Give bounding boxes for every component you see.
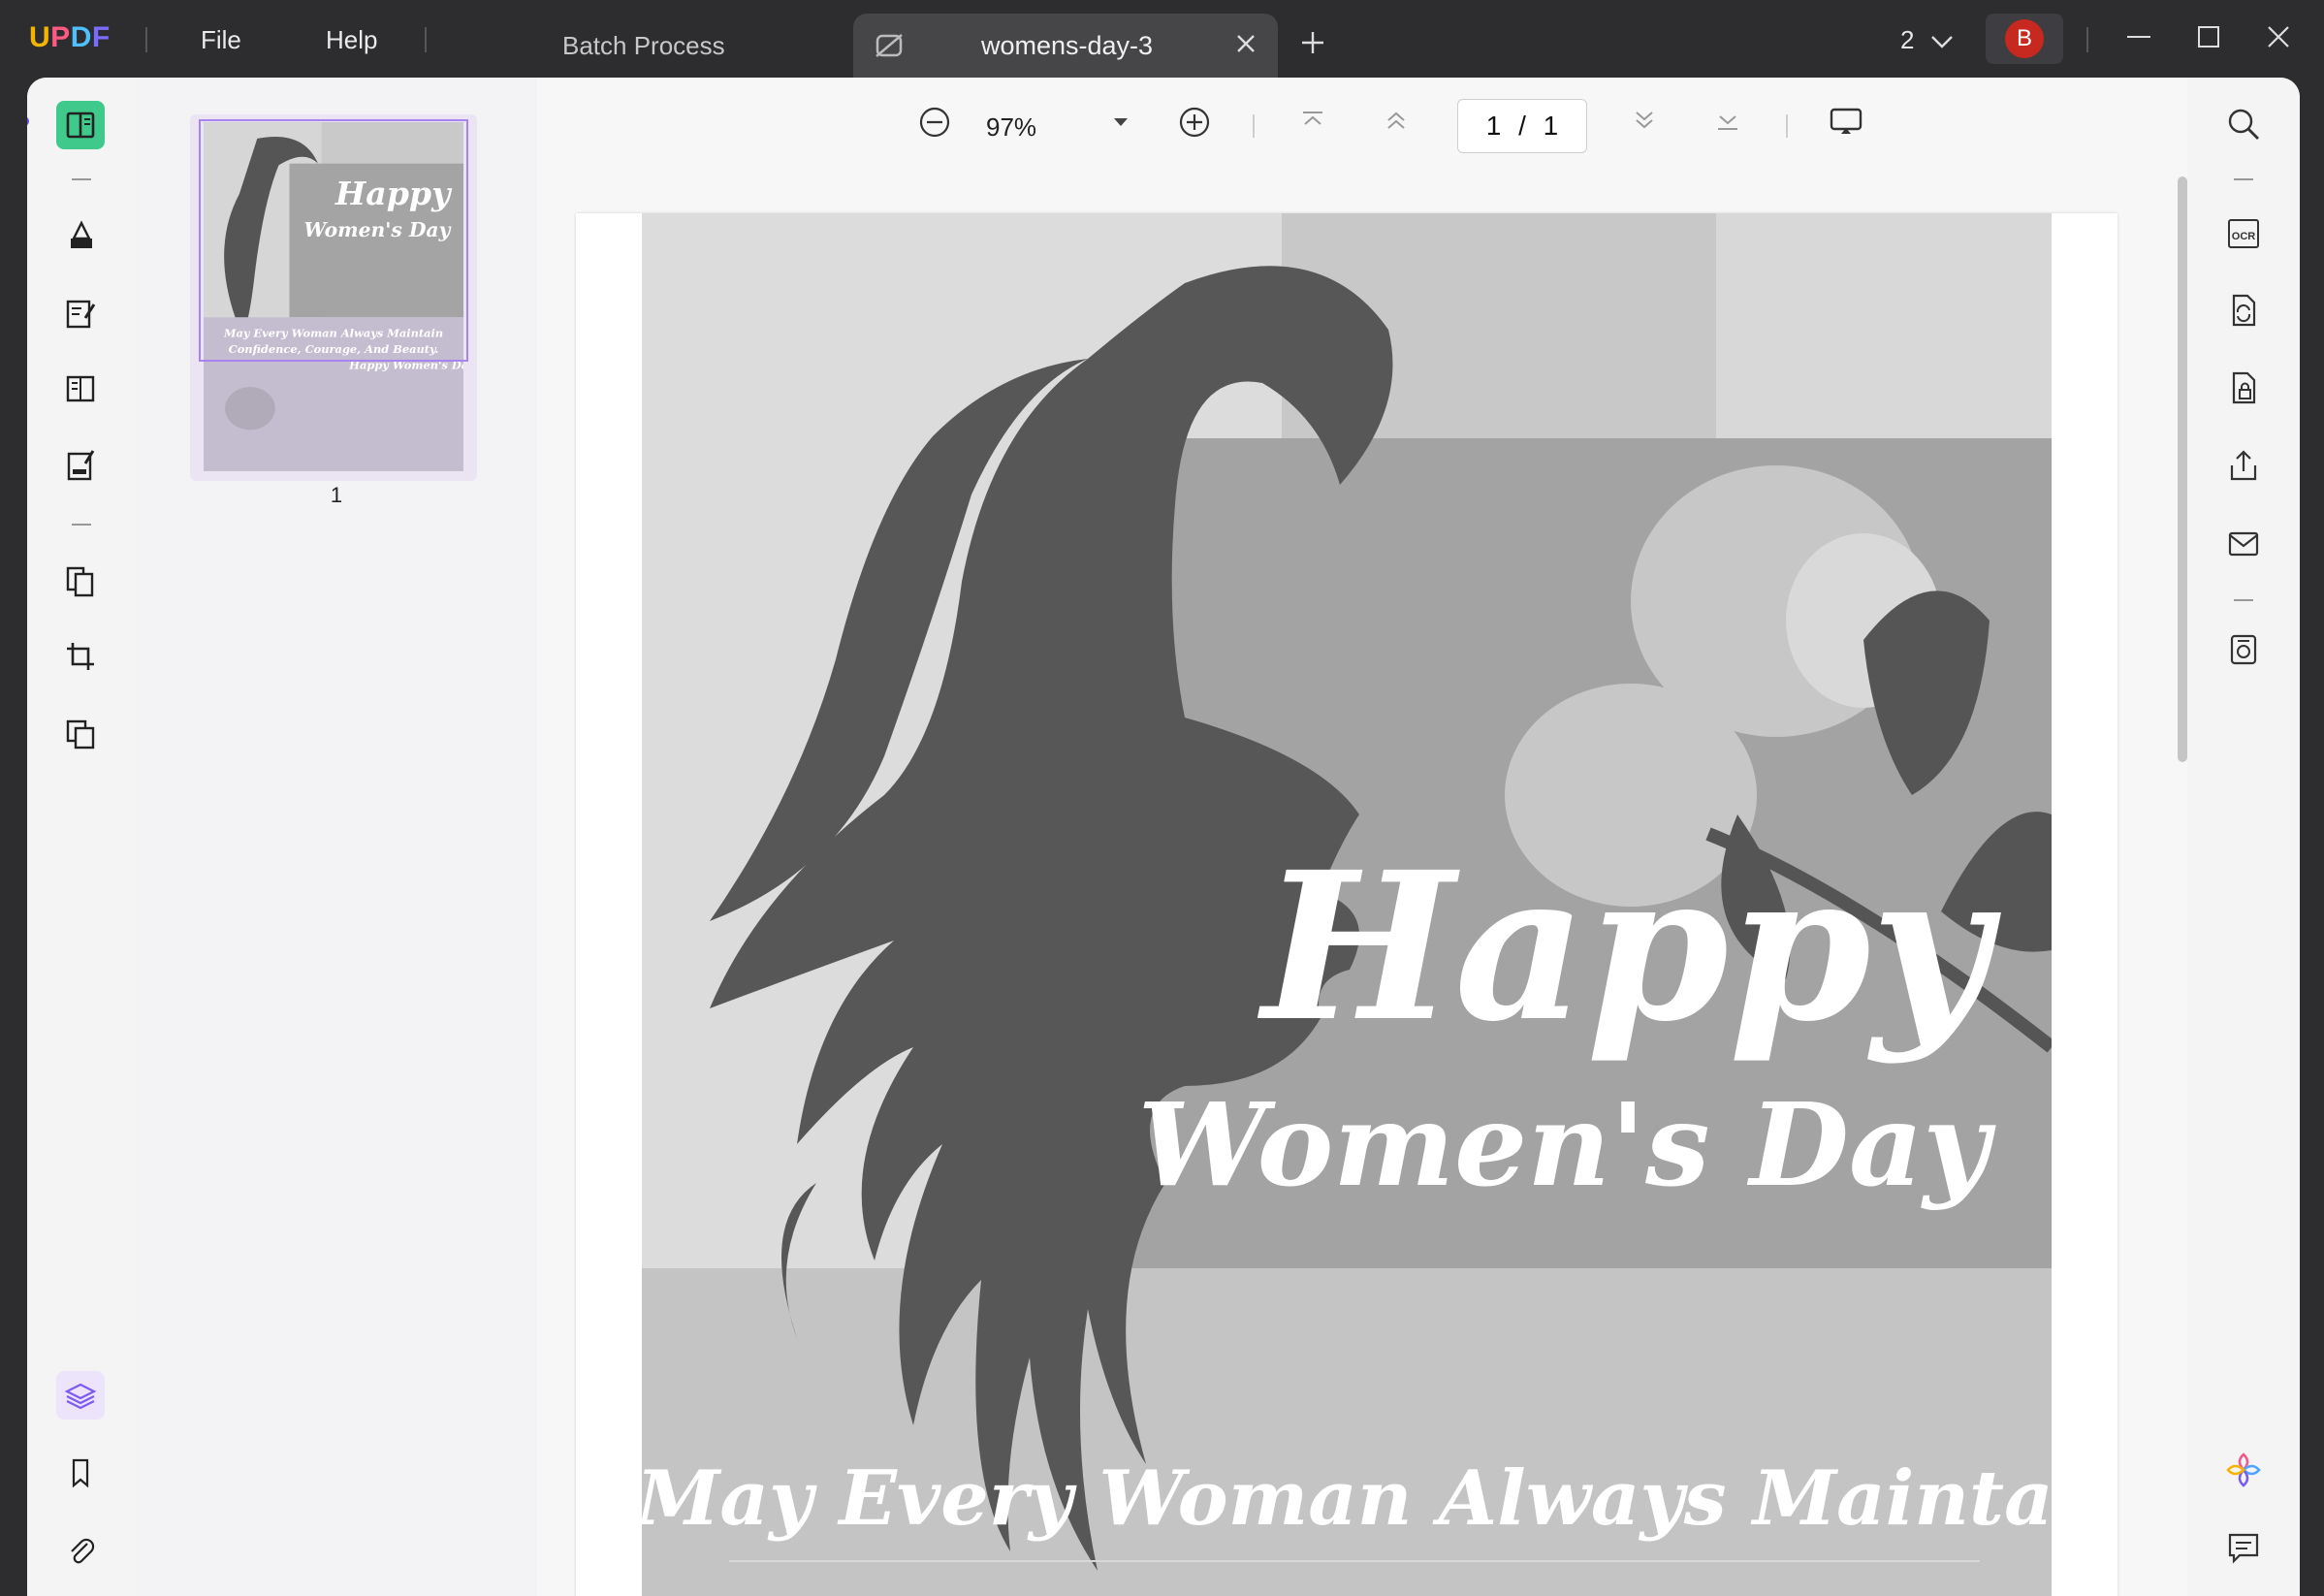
comment-icon[interactable] xyxy=(56,211,105,260)
title-bar: UPDF File Help Batch Process womens-day-… xyxy=(0,0,2324,78)
thumbnail-viewport-frame xyxy=(199,119,468,362)
body-line1: May Every Woman Always Maintain xyxy=(642,1454,2052,1543)
maximize-icon[interactable] xyxy=(2193,19,2224,55)
attachment-icon[interactable] xyxy=(56,1526,105,1575)
left-tool-rail xyxy=(27,78,136,1596)
zoom-out-icon[interactable] xyxy=(917,105,952,144)
zoom-dropdown-icon[interactable] xyxy=(1111,114,1130,135)
reader-icon[interactable] xyxy=(56,101,105,149)
layers-icon[interactable] xyxy=(56,1371,105,1420)
close-window-icon[interactable] xyxy=(2263,19,2294,55)
batch-process-tab[interactable]: Batch Process xyxy=(562,31,725,61)
save-icon[interactable] xyxy=(2224,630,2263,669)
tab-title: womens-day-3 xyxy=(981,31,1154,60)
rail-separator xyxy=(72,524,91,526)
toolbar-separator xyxy=(1786,114,1788,138)
thumbnail-page-number: 1 xyxy=(330,483,343,507)
window-count-value: 2 xyxy=(1900,25,1915,54)
pdf-page: Happy Women's Day May Every Woman Always… xyxy=(576,213,2117,1596)
next-page-icon[interactable] xyxy=(1629,105,1660,141)
close-tab-icon[interactable] xyxy=(1233,31,1258,61)
app-window: Happy Women's Day May Every Woman Always… xyxy=(27,78,2300,1596)
page-separator: / xyxy=(1518,111,1526,141)
last-page-icon[interactable] xyxy=(1712,105,1743,141)
slideshow-icon[interactable] xyxy=(1829,105,1863,144)
ocr-icon[interactable]: OCR xyxy=(2224,213,2263,252)
avatar-initial: B xyxy=(2005,19,2044,58)
headline-text: Happy xyxy=(1258,827,2002,1067)
svg-text:OCR: OCR xyxy=(2232,231,2256,242)
rail-separator xyxy=(2234,599,2253,601)
thumbnail-panel: Happy Women's Day May Every Woman Always… xyxy=(136,78,537,1596)
right-tool-rail: OCR xyxy=(2187,78,2300,1596)
convert-icon[interactable] xyxy=(2224,291,2263,330)
organize-pages-icon[interactable] xyxy=(56,557,105,605)
menu-file[interactable]: File xyxy=(201,25,241,55)
total-pages: 1 xyxy=(1543,111,1559,141)
active-indicator xyxy=(27,116,29,126)
edit-text-icon[interactable] xyxy=(56,289,105,337)
document-viewer: 97% 1 / 1 Happy Women's Day May Every Wo… xyxy=(537,78,2187,1596)
toolbar-separator xyxy=(1253,114,1255,138)
crop-icon[interactable] xyxy=(56,632,105,681)
title-separator xyxy=(2086,27,2088,52)
page-artwork: Happy Women's Day May Every Woman Always… xyxy=(642,213,2052,1596)
new-tab-icon[interactable] xyxy=(1299,29,1326,61)
document-tab[interactable]: womens-day-3 xyxy=(853,14,1278,78)
rail-separator xyxy=(72,178,91,180)
viewer-toolbar: 97% 1 / 1 xyxy=(537,78,2187,175)
search-icon[interactable] xyxy=(2224,105,2263,144)
chevron-down-icon xyxy=(1930,36,1953,48)
protect-icon[interactable] xyxy=(2224,368,2263,407)
zoom-level[interactable]: 97% xyxy=(986,112,1036,143)
title-separator xyxy=(425,27,427,52)
menu-help[interactable]: Help xyxy=(326,25,377,55)
page-layout-icon[interactable] xyxy=(56,365,105,413)
window-count[interactable]: 2 xyxy=(1900,25,1955,55)
share-icon[interactable] xyxy=(2224,446,2263,485)
previous-page-icon[interactable] xyxy=(1381,105,1412,141)
title-separator xyxy=(145,27,147,52)
subheadline-text: Women's Day xyxy=(1138,1077,1997,1212)
form-icon[interactable] xyxy=(56,440,105,489)
user-avatar[interactable]: B xyxy=(1986,14,2063,64)
rail-separator xyxy=(2234,178,2253,180)
chat-icon[interactable] xyxy=(2224,1528,2263,1567)
first-page-icon[interactable] xyxy=(1297,105,1328,141)
bookmark-icon[interactable] xyxy=(56,1449,105,1497)
watermark-icon[interactable] xyxy=(56,710,105,758)
scrollbar-thumb[interactable] xyxy=(2178,176,2187,762)
email-icon[interactable] xyxy=(2224,524,2263,562)
current-page: 1 xyxy=(1485,111,1502,141)
zoom-in-icon[interactable] xyxy=(1177,105,1212,144)
minimize-icon[interactable] xyxy=(2123,19,2154,55)
ai-assistant-icon[interactable] xyxy=(2224,1451,2263,1489)
page-number-input[interactable]: 1 / 1 xyxy=(1457,99,1587,153)
unsaved-doc-icon xyxy=(875,31,906,65)
app-logo: UPDF xyxy=(29,21,111,53)
